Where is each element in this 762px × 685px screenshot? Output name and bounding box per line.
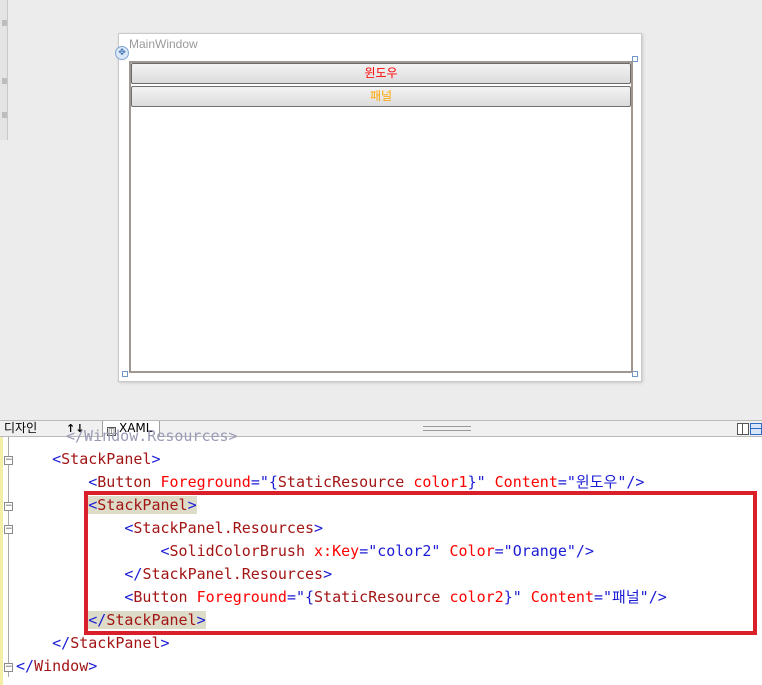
designer-surface[interactable]: MainWindow ✥ 윈도우 패널 — [0, 0, 762, 420]
collapse-icon[interactable]: − — [4, 502, 13, 511]
annotation-highlight-box — [84, 491, 757, 635]
splitter-grip[interactable] — [423, 426, 471, 431]
code-tokens: </StackPanel> — [52, 634, 170, 652]
wpf-window-preview[interactable]: MainWindow ✥ 윈도우 패널 — [115, 33, 642, 382]
window-button[interactable]: 윈도우 — [131, 63, 631, 84]
ruler-tick — [2, 78, 7, 84]
horizontal-split-icon[interactable] — [750, 423, 762, 435]
ruler-tick — [2, 20, 7, 26]
outer-stackpanel[interactable]: 윈도우 패널 — [129, 61, 633, 373]
code-line-cutoff: </Window.Resources> — [66, 427, 238, 445]
code-line[interactable]: </Window> — [16, 655, 97, 678]
code-tokens: <StackPanel> — [52, 450, 161, 468]
change-margin — [0, 437, 3, 685]
outline-guide — [8, 437, 9, 677]
code-line[interactable]: </StackPanel> — [16, 632, 170, 655]
code-line[interactable]: <StackPanel> — [16, 448, 161, 471]
collapse-icon[interactable]: − — [4, 663, 13, 672]
window-title: MainWindow — [129, 37, 198, 51]
move-icon[interactable]: ✥ — [115, 46, 129, 60]
collapse-icon[interactable]: − — [4, 456, 13, 465]
collapse-icon[interactable]: − — [4, 525, 13, 534]
panel-button[interactable]: 패널 — [131, 86, 631, 107]
tab-design[interactable]: 디자인 — [0, 421, 41, 437]
xaml-code-editor[interactable]: − − − − </Window.Resources> <StackPanel>… — [0, 427, 762, 685]
code-tokens: </Window> — [16, 657, 98, 675]
resize-handle[interactable] — [122, 371, 128, 377]
ruler-tick — [2, 112, 7, 118]
code-tokens: <Button Foreground="{StaticResource colo… — [88, 473, 645, 491]
left-toolbar-strip — [0, 0, 8, 140]
vertical-split-icon[interactable] — [737, 423, 749, 435]
